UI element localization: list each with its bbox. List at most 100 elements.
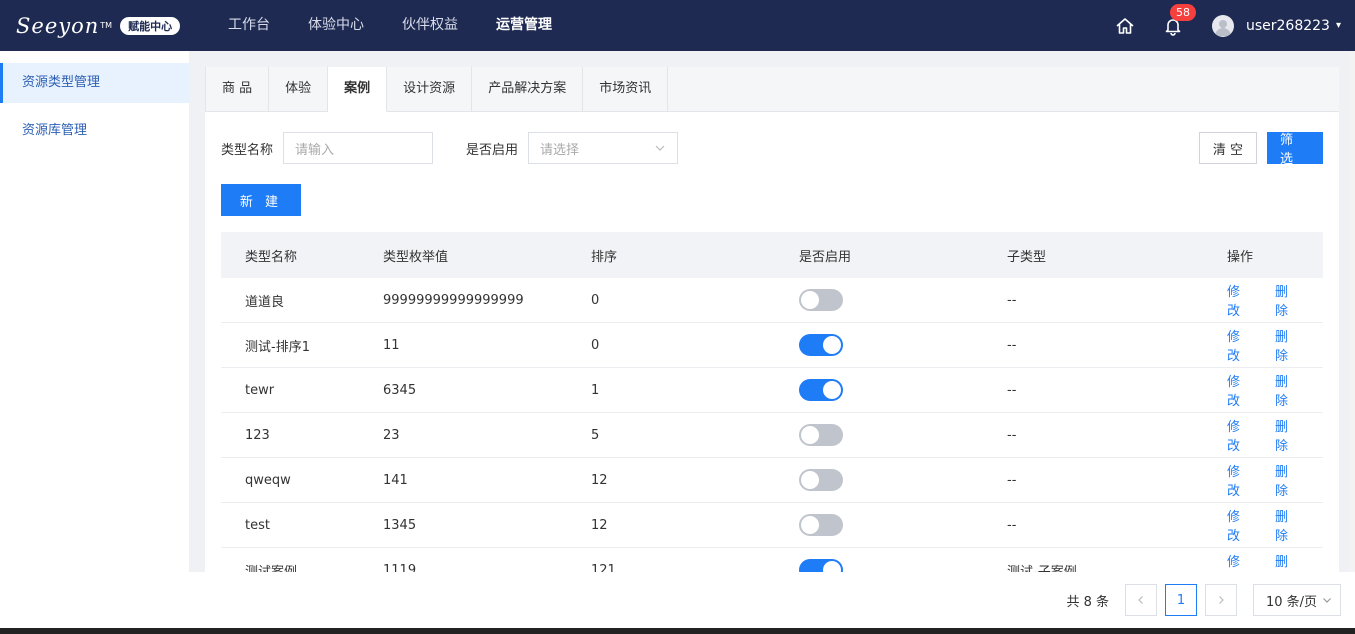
header-order: 排序 (591, 249, 618, 265)
tab-cases[interactable]: 案例 (328, 67, 388, 112)
cell-type-name: tewr (245, 382, 275, 398)
cell-type-value: 1119 (383, 562, 417, 573)
cell-subtype: 测试-子案例 (1007, 564, 1077, 573)
enabled-select[interactable]: 请选择 (528, 132, 679, 164)
edit-link[interactable]: 修改 (1227, 416, 1252, 454)
username[interactable]: user268223 (1246, 18, 1330, 34)
nav-item-experience-center[interactable]: 体验中心 (289, 0, 383, 51)
cell-type-value: 1345 (383, 517, 417, 533)
delete-link[interactable]: 删除 (1275, 281, 1300, 319)
cell-enabled (799, 379, 1007, 401)
enabled-toggle[interactable] (799, 559, 843, 572)
cell-subtype: -- (1007, 472, 1017, 488)
total-count: 共 8 条 (1066, 594, 1109, 610)
sidebar-item-resource-library[interactable]: 资源库管理 (0, 111, 189, 151)
cell-actions: 修改 删除 (1227, 551, 1323, 572)
enabled-toggle[interactable] (799, 379, 843, 401)
cell-type-name: 测试案例 (245, 564, 298, 573)
cell-order: 1 (591, 382, 600, 398)
delete-link[interactable]: 删除 (1275, 326, 1300, 364)
table-body: 道道良 99999999999999999 0 -- 修改 删除 测试-排序1 11 0 -- 修改… (221, 278, 1323, 572)
table-row: test 1345 12 -- 修改 删除 (221, 503, 1323, 548)
new-button[interactable]: 新 建 (221, 184, 301, 216)
chevron-down-icon[interactable]: ▾ (1336, 20, 1341, 31)
enabled-toggle[interactable] (799, 514, 843, 536)
clear-button[interactable]: 清 空 (1199, 132, 1257, 164)
logo-badge: 赋能中心 (120, 16, 181, 35)
sidebar: 资源类型管理 资源库管理 (0, 51, 189, 634)
cell-type-value: 6345 (383, 382, 417, 398)
table-row: 测试案例 1119 121 测试-子案例 修改 删除 (221, 548, 1323, 572)
type-name-input[interactable]: 请输入 (283, 132, 434, 164)
tab-goods[interactable]: 商 品 (205, 67, 270, 112)
home-icon[interactable] (1110, 11, 1140, 41)
scrollbar[interactable] (1349, 51, 1355, 628)
nav-item-partner-benefits[interactable]: 伙伴权益 (383, 0, 477, 51)
next-page-button[interactable] (1205, 584, 1237, 616)
table-row: 道道良 99999999999999999 0 -- 修改 删除 (221, 278, 1323, 323)
notification-badge: 58 (1169, 3, 1196, 21)
taskbar-strip (0, 628, 1355, 634)
chevron-right-icon (1219, 596, 1224, 604)
delete-link[interactable]: 删除 (1275, 416, 1300, 454)
sidebar-item-resource-types[interactable]: 资源类型管理 (0, 63, 189, 103)
cell-enabled (799, 289, 1007, 311)
prev-page-button[interactable] (1125, 584, 1157, 616)
type-name-placeholder: 请输入 (295, 142, 335, 158)
delete-link[interactable]: 删除 (1275, 461, 1300, 499)
cell-actions: 修改删除 (1227, 281, 1323, 319)
cell-type-name: test (245, 517, 270, 533)
cell-type-name: 123 (245, 427, 270, 443)
edit-link[interactable]: 修改 (1227, 551, 1252, 572)
nav-item-workbench[interactable]: 工作台 (209, 0, 289, 51)
edit-link[interactable]: 修改 (1227, 326, 1252, 364)
cell-subtype: -- (1007, 292, 1017, 308)
cell-subtype: -- (1007, 337, 1017, 353)
cell-type-value: 23 (383, 427, 400, 443)
edit-link[interactable]: 修改 (1227, 371, 1252, 409)
cell-actions: 修改删除 (1227, 416, 1323, 454)
cell-subtype: -- (1007, 517, 1017, 533)
cell-type-value: 141 (383, 472, 408, 488)
edit-link[interactable]: 修改 (1227, 281, 1252, 319)
enabled-toggle[interactable] (799, 334, 843, 356)
enabled-toggle[interactable] (799, 424, 843, 446)
table-header: 类型名称 类型枚举值 排序 是否启用 子类型 操作 (221, 232, 1323, 278)
delete-link[interactable]: 删除 (1275, 371, 1300, 409)
table-row: 测试-排序1 11 0 -- 修改 删除 (221, 323, 1323, 368)
chevron-down-icon (655, 145, 665, 151)
tab-product-solutions[interactable]: 产品解决方案 (472, 67, 584, 112)
delete-link[interactable]: 删除 (1275, 551, 1300, 572)
header-actions: 58 user268223 ▾ (1110, 3, 1341, 41)
page-button-current[interactable]: 1 (1165, 584, 1197, 616)
delete-link[interactable]: 删除 (1275, 506, 1300, 544)
main-nav: 工作台 体验中心 伙伴权益 运营管理 (209, 0, 571, 51)
main-panel: 商 品 体验 案例 设计资源 产品解决方案 市场资讯 类型名称 请输入 是否启用… (205, 67, 1339, 572)
enabled-toggle[interactable] (799, 469, 843, 491)
cell-enabled (799, 469, 1007, 491)
enabled-toggle[interactable] (799, 289, 843, 311)
top-navigation-bar: Seeyon TM 赋能中心 工作台 体验中心 伙伴权益 运营管理 58 use… (0, 0, 1355, 51)
logo-trademark: TM (100, 21, 113, 30)
notification-bell[interactable]: 58 (1158, 3, 1196, 41)
tab-market-news[interactable]: 市场资讯 (583, 67, 669, 112)
logo[interactable]: Seeyon TM 赋能中心 (16, 14, 196, 38)
edit-link[interactable]: 修改 (1227, 461, 1252, 499)
filter-button[interactable]: 筛 选 (1267, 132, 1323, 167)
nav-item-operations[interactable]: 运营管理 (477, 0, 571, 51)
chevron-down-icon (1323, 598, 1331, 603)
header-enabled: 是否启用 (799, 249, 852, 265)
header-actions: 操作 (1227, 249, 1254, 265)
avatar[interactable] (1211, 14, 1234, 37)
table-row: tewr 6345 1 -- 修改 删除 (221, 368, 1323, 413)
user-icon (1214, 19, 1231, 36)
enabled-label: 是否启用 (466, 142, 519, 158)
page-size-value: 10 条/页 (1266, 594, 1318, 610)
page-size-select[interactable]: 10 条/页 (1253, 584, 1341, 616)
tab-design-resources[interactable]: 设计资源 (387, 67, 473, 112)
edit-link[interactable]: 修改 (1227, 506, 1252, 544)
table-row: 123 23 5 -- 修改 删除 (221, 413, 1323, 458)
cell-type-value: 11 (383, 337, 400, 353)
tab-experience[interactable]: 体验 (269, 67, 329, 112)
cell-subtype: -- (1007, 382, 1017, 398)
